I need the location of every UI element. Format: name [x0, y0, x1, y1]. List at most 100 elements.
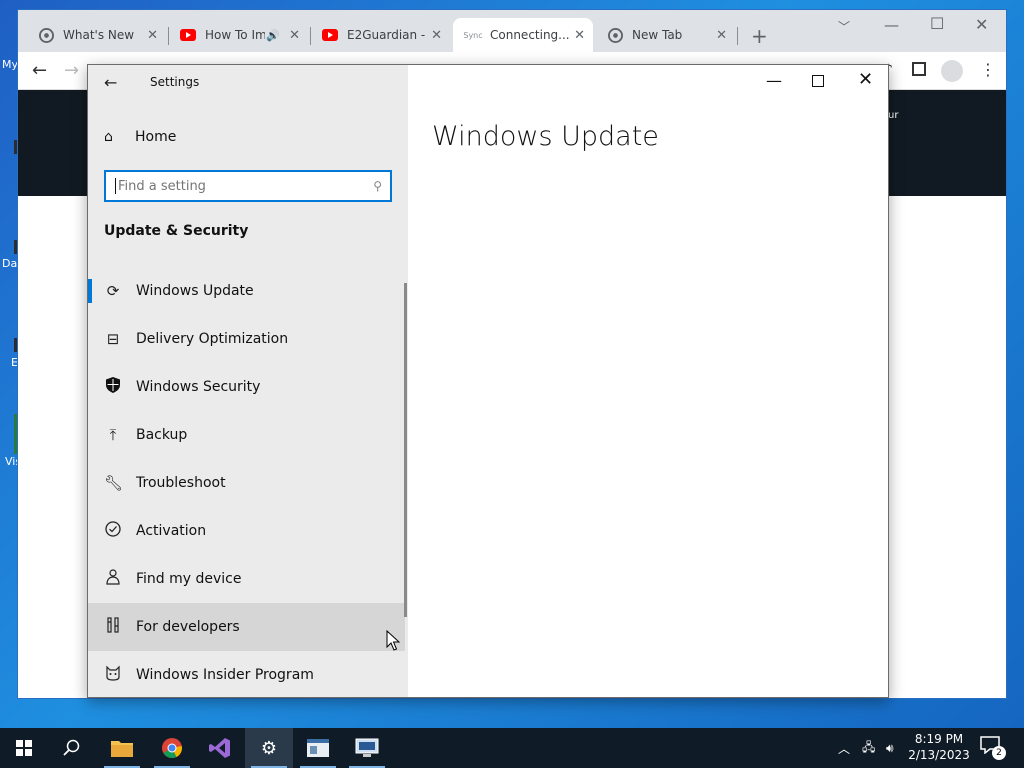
page-text: ur: [888, 110, 899, 121]
section-title: Update & Security: [104, 223, 249, 239]
clock[interactable]: 8:19 PM 2/13/2023: [906, 731, 972, 763]
close-icon[interactable]: ✕: [858, 69, 873, 90]
tab-title: New Tab: [632, 28, 683, 42]
nav-item-label: Windows Security: [136, 379, 261, 395]
maximize-icon[interactable]: ☐: [930, 14, 944, 33]
settings-icon[interactable]: ⚙: [245, 728, 293, 768]
search-input[interactable]: [118, 178, 374, 194]
tab-strip: What's New ✕ How To Im 🔊 ✕ E2Guardian - …: [18, 10, 1006, 52]
tab-separator: [737, 27, 738, 45]
forward-icon[interactable]: →: [64, 60, 79, 81]
settings-title: Settings: [150, 75, 200, 89]
network-app-icon[interactable]: [343, 728, 391, 768]
sync-icon: Sync: [463, 30, 483, 40]
nav-item-for-developers[interactable]: For developers: [88, 603, 405, 651]
network-icon[interactable]: 🖧︎: [862, 728, 875, 768]
tab-search-icon[interactable]: ﹀: [838, 18, 850, 35]
search-icon: ⚲: [373, 179, 382, 193]
tab-whats-new[interactable]: What's New ✕: [26, 18, 166, 52]
tab-new-tab[interactable]: New Tab ✕: [595, 18, 735, 52]
insider-icon: [104, 665, 122, 685]
tab-title: E2Guardian - U: [347, 28, 425, 42]
chrome-icon: [38, 27, 54, 43]
menu-icon[interactable]: ⋮: [980, 60, 996, 79]
nav-scrollbar[interactable]: [404, 283, 407, 617]
youtube-icon: [322, 27, 338, 43]
close-tab-icon[interactable]: ✕: [574, 28, 585, 43]
nav-item-windows-security[interactable]: Windows Security: [88, 363, 405, 411]
nav-item-label: Find my device: [136, 571, 242, 587]
clock-date: 2/13/2023: [908, 748, 970, 762]
new-tab-icon[interactable]: +: [751, 24, 768, 48]
tab-connecting[interactable]: Sync Connecting... ✕: [453, 18, 593, 52]
settings-nav: ← Settings ⌂ Home ⚲ Update & Security ⟳ …: [88, 65, 408, 697]
taskbar: ⚙ ︿ 🖧︎ 🔊︎ 8:19 PM 2/13/2023 2: [0, 728, 1024, 768]
home-link[interactable]: ⌂ Home: [104, 129, 176, 145]
chrome-icon[interactable]: [148, 728, 196, 768]
minimize-icon[interactable]: —: [766, 71, 782, 90]
side-panel-icon[interactable]: [912, 62, 926, 76]
minimize-icon[interactable]: —: [884, 16, 899, 34]
speaker-icon[interactable]: 🔊: [266, 29, 280, 42]
nav-item-delivery-optimization[interactable]: ⊟ Delivery Optimization: [88, 315, 405, 363]
page-title: Windows Update: [432, 121, 659, 152]
notifications-icon[interactable]: 2: [980, 736, 1006, 760]
check-circle-icon: [104, 521, 122, 541]
nav-item-label: For developers: [136, 619, 240, 635]
tab-title: How To Im: [205, 28, 265, 42]
nav-item-windows-insider-program[interactable]: Windows Insider Program: [88, 651, 405, 699]
back-icon[interactable]: ←: [32, 60, 47, 81]
tab-e2guardian[interactable]: E2Guardian - U ✕: [310, 18, 450, 52]
tab-how-to[interactable]: How To Im 🔊 ✕: [168, 18, 308, 52]
nav-item-find-my-device[interactable]: Find my device: [88, 555, 405, 603]
close-tab-icon[interactable]: ✕: [147, 28, 158, 43]
text-caret: [115, 178, 116, 194]
profile-icon[interactable]: [941, 60, 963, 82]
close-tab-icon[interactable]: ✕: [431, 28, 442, 43]
file-explorer-icon[interactable]: [98, 728, 146, 768]
nav-item-label: Windows Insider Program: [136, 667, 314, 683]
tab-title: Connecting...: [490, 28, 570, 42]
app-window-icon[interactable]: [294, 728, 342, 768]
notification-badge: 2: [992, 746, 1006, 760]
nav-item-label: Troubleshoot: [136, 475, 226, 491]
backup-icon: ⤒: [109, 426, 117, 444]
desktop-icon-label[interactable]: My: [2, 58, 18, 71]
delivery-icon: ⊟: [106, 330, 120, 348]
wrench-icon: 🔧︎: [104, 474, 124, 492]
mouse-cursor-icon: [386, 630, 400, 651]
nav-item-label: Backup: [136, 427, 188, 443]
close-tab-icon[interactable]: ✕: [716, 28, 727, 43]
selected-indicator: [88, 279, 92, 303]
chevron-up-icon[interactable]: ︿: [838, 728, 850, 768]
home-icon: ⌂: [104, 129, 113, 145]
shield-icon: [104, 377, 122, 397]
start-icon[interactable]: [0, 728, 48, 768]
tab-title: What's New: [63, 28, 135, 42]
person-pin-icon: [104, 569, 122, 589]
volume-icon[interactable]: 🔊︎: [886, 728, 894, 768]
search-box[interactable]: ⚲: [104, 170, 392, 202]
search-icon[interactable]: [48, 728, 96, 768]
refresh-icon: ⟳: [106, 282, 120, 300]
settings-window: ← Settings ⌂ Home ⚲ Update & Security ⟳ …: [87, 64, 889, 698]
nav-item-activation[interactable]: Activation: [88, 507, 405, 555]
desktop-icon-label[interactable]: Da: [2, 257, 17, 270]
nav-item-windows-update[interactable]: ⟳ Windows Update: [88, 267, 405, 315]
visual-studio-icon[interactable]: [196, 728, 244, 768]
nav-item-label: Delivery Optimization: [136, 331, 289, 347]
back-arrow-icon[interactable]: ←: [104, 73, 117, 92]
home-label: Home: [135, 129, 177, 145]
desktop-icon-label[interactable]: E: [11, 356, 18, 369]
close-tab-icon[interactable]: ✕: [289, 28, 300, 43]
youtube-icon: [180, 27, 196, 43]
chrome-icon: [607, 27, 623, 43]
close-window-icon[interactable]: ✕: [975, 15, 988, 34]
clock-time: 8:19 PM: [914, 732, 964, 746]
nav-item-troubleshoot[interactable]: 🔧︎ Troubleshoot: [88, 459, 405, 507]
nav-item-backup[interactable]: ⤒ Backup: [88, 411, 405, 459]
nav-item-label: Windows Update: [136, 283, 254, 299]
maximize-icon[interactable]: [812, 75, 824, 87]
developer-tools-icon: [104, 617, 122, 637]
nav-item-label: Activation: [136, 523, 207, 539]
